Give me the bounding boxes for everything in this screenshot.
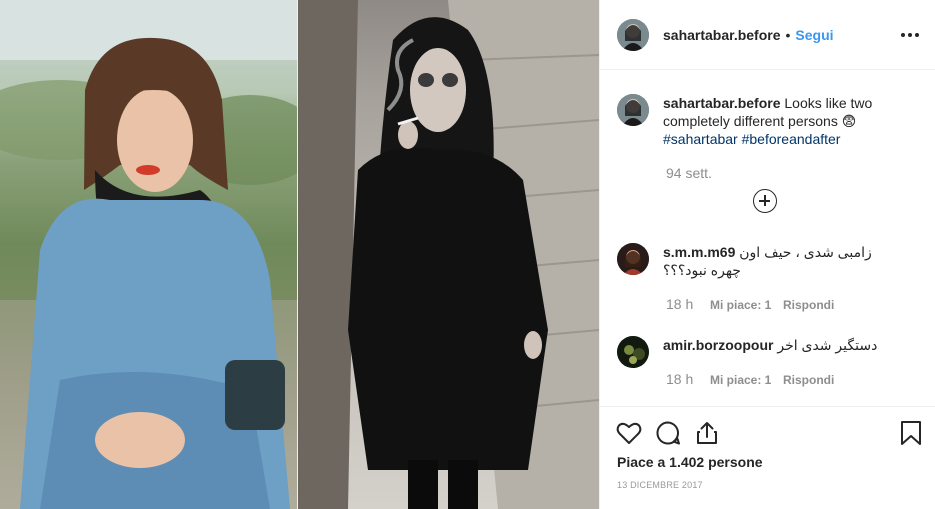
post-date[interactable]: 13 DICEMBRE 2017 [617,480,703,490]
reply-button[interactable]: Rispondi [783,371,834,387]
comment-username[interactable]: amir.borzoopour [663,337,773,353]
photo-before-illustration [0,0,298,509]
reply-button[interactable]: Rispondi [783,296,834,312]
separator-dot: • [785,26,791,43]
likes-count[interactable]: Piace a 1.402 persone [617,454,763,470]
comment-username[interactable]: s.m.m.m69 [663,244,735,260]
post-header: sahartabar.before • Segui [600,0,935,70]
comment-likes[interactable]: Mi piace: 1 [710,371,783,387]
caption-avatar[interactable] [617,94,649,126]
caption-username[interactable]: sahartabar.before [663,95,781,111]
post-side-panel: sahartabar.before • Segui sahartabar.befor… [599,0,935,509]
post-caption: sahartabar.before Looks like two complet… [617,94,917,148]
comment-time[interactable]: 18 h [666,296,710,312]
hashtag-link[interactable]: #sahartabar [663,131,738,147]
comment-icon[interactable] [654,419,682,447]
photo-after-panel [298,0,599,509]
photo-before-panel [0,0,298,509]
author-avatar[interactable] [617,18,649,51]
comment-time[interactable]: 18 h [666,371,710,387]
commenter-avatar[interactable] [617,243,649,275]
bookmark-icon[interactable] [897,419,925,447]
hashtag-link[interactable]: #beforeandafter [742,131,841,147]
comments-section[interactable]: sahartabar.before Looks like two complet… [600,71,935,406]
plus-circle-icon[interactable] [753,189,777,213]
comment-meta: 18 h Mi piace: 1 Rispondi [666,296,834,312]
comment-item: s.m.m.m69 زامبی شدی ، حیف اون چهره نبود؟… [617,243,917,279]
more-options-icon[interactable] [898,26,922,44]
comment-meta: 18 h Mi piace: 1 Rispondi [666,371,834,387]
share-icon[interactable] [693,419,721,447]
commenter-avatar[interactable] [617,336,649,368]
comment-likes[interactable]: Mi piace: 1 [710,296,783,312]
post-photo[interactable] [0,0,599,509]
heart-icon[interactable] [615,419,643,447]
post-actions: Piace a 1.402 persone 13 DICEMBRE 2017 [600,406,935,509]
photo-after-illustration [298,0,599,509]
comment-text: دستگیر شدی اخر [777,337,878,353]
caption-timestamp[interactable]: 94 sett. [666,165,712,181]
comment-item: amir.borzoopour دستگیر شدی اخر [617,336,917,368]
follow-button[interactable]: Segui [795,27,833,43]
author-username[interactable]: sahartabar.before [663,27,781,43]
